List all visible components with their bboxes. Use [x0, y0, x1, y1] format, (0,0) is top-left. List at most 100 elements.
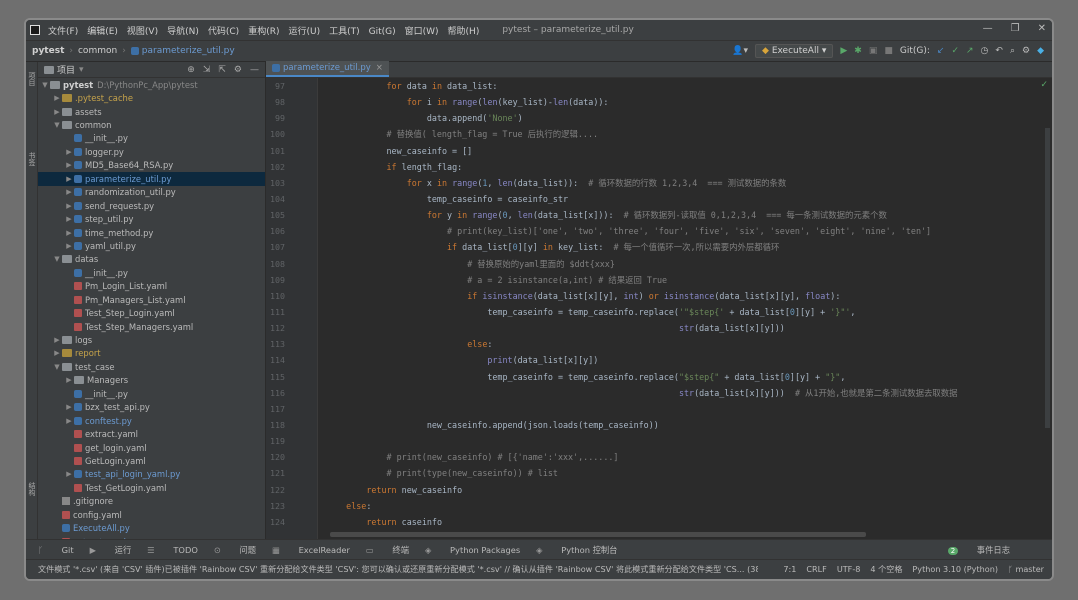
tree-folder[interactable]: ▶ .pytest_cache [38, 91, 265, 104]
project-tool-tab[interactable]: 项目 [27, 72, 37, 86]
chevron-down-icon[interactable]: ▼ [52, 255, 62, 263]
collapse-all-icon[interactable]: ⇱ [218, 65, 226, 75]
chevron-right-icon[interactable]: ▶ [64, 161, 74, 169]
breadcrumb-root[interactable]: pytest [32, 46, 64, 56]
code-line[interactable]: new_caseinfo = [] [326, 143, 1038, 159]
settings-gear-icon[interactable]: ⚙ [234, 65, 242, 75]
code-line[interactable]: else: [326, 498, 1038, 514]
breadcrumb-file[interactable]: parameterize_util.py [142, 46, 235, 56]
code-line[interactable]: for i in range(len(key_list)-len(data)): [326, 94, 1038, 110]
plugin-icon[interactable]: ◆ [1037, 46, 1044, 56]
tree-file[interactable]: ▶ send_request.py [38, 199, 265, 212]
status-message[interactable]: 文件模式 '*.csv' (来自 'CSV' 插件)已被插件 'Rainbow … [38, 564, 758, 575]
menu-item[interactable]: 帮助(H) [448, 27, 480, 37]
code-line[interactable]: # 替换值( length_flag = True 后执行的逻辑.... [326, 126, 1038, 142]
tree-file[interactable]: ▶ randomization_util.py [38, 186, 265, 199]
tree-folder[interactable]: ▶ Managers [38, 374, 265, 387]
breadcrumb-folder[interactable]: common [78, 46, 117, 56]
tree-folder[interactable]: ▼ common [38, 118, 265, 131]
chevron-right-icon[interactable]: ▶ [64, 403, 74, 411]
run-icon[interactable]: ▶ [840, 46, 847, 56]
code-line[interactable] [326, 433, 1038, 449]
locate-icon[interactable]: ⊕ [187, 65, 195, 75]
chevron-right-icon[interactable]: ▶ [64, 215, 74, 223]
tool-window-button[interactable]: ◈ Python 控制台 [536, 544, 617, 556]
code-line[interactable]: # print(type(new_caseinfo)) # list [326, 465, 1038, 481]
code-line[interactable]: # a = 2 isinstance(a,int) # 结果返回 True [326, 272, 1038, 288]
hide-icon[interactable]: — [250, 65, 259, 75]
settings-gear-icon[interactable]: ⚙ [1022, 46, 1030, 56]
chevron-right-icon[interactable]: ▶ [52, 349, 62, 357]
chevron-down-icon[interactable]: ▼ [40, 81, 50, 89]
tree-file[interactable]: __init__.py [38, 266, 265, 279]
code-line[interactable]: new_caseinfo.append(json.loads(temp_case… [326, 417, 1038, 433]
code-line[interactable]: print(data_list[x][y]) [326, 352, 1038, 368]
tree-file[interactable]: get_login.yaml [38, 441, 265, 454]
editor-tab-active[interactable]: parameterize_util.py × [266, 61, 389, 77]
menu-item[interactable]: 文件(F) [48, 27, 78, 37]
tree-file[interactable]: __init__.py [38, 387, 265, 400]
menu-item[interactable]: 视图(V) [127, 27, 158, 37]
tree-file[interactable]: ▶ time_method.py [38, 226, 265, 239]
bookmarks-tool-tab[interactable]: 书签 [27, 152, 37, 166]
maximize-button[interactable]: ❐ [1011, 23, 1020, 34]
minimize-button[interactable]: — [983, 23, 993, 34]
event-log-button[interactable]: 2 事件日志 [947, 544, 1026, 556]
menu-item[interactable]: 重构(R) [248, 27, 279, 37]
chevron-right-icon[interactable]: ▶ [52, 336, 62, 344]
tree-folder[interactable]: ▶ assets [38, 105, 265, 118]
search-icon[interactable]: ⌕ [1010, 46, 1015, 56]
git-update-icon[interactable]: ↙ [937, 46, 945, 56]
code-line[interactable]: temp_caseinfo = temp_caseinfo.replace("$… [326, 369, 1038, 385]
caret-position[interactable]: 7:1 [783, 564, 796, 575]
tree-folder[interactable]: ▼ test_case [38, 360, 265, 373]
rollback-icon[interactable]: ↶ [995, 46, 1003, 56]
menu-item[interactable]: Git(G) [369, 27, 396, 37]
inspection-ok-icon[interactable]: ✓ [1040, 80, 1048, 90]
file-encoding[interactable]: UTF-8 [837, 564, 861, 575]
tree-file[interactable]: extract.yaml [38, 427, 265, 440]
chevron-down-icon[interactable]: ▼ [52, 121, 62, 129]
code-line[interactable]: if isinstance(data_list[x][y], int) or i… [326, 288, 1038, 304]
code-view[interactable]: 97 98 99 100 101 102 103 104 105 106 107 108 109 110 1… [266, 78, 1052, 539]
coverage-icon[interactable]: ▣ [869, 46, 878, 56]
tool-window-button[interactable]: ▶ 运行 [90, 544, 132, 556]
tree-file[interactable]: .gitignore [38, 495, 265, 508]
chevron-right-icon[interactable]: ▶ [64, 202, 74, 210]
git-branch[interactable]: ᚴ master [1008, 564, 1044, 575]
menu-item[interactable]: 编辑(E) [87, 27, 118, 37]
tree-file[interactable]: __init__.py [38, 132, 265, 145]
run-config-select[interactable]: ◆ ExecuteAll ▾ [755, 44, 834, 58]
tree-file[interactable]: ▶ bzx_test_api.py [38, 401, 265, 414]
tree-folder[interactable]: ▼ datas [38, 253, 265, 266]
code-line[interactable]: return new_caseinfo [326, 482, 1038, 498]
chevron-right-icon[interactable]: ▶ [52, 94, 62, 102]
chevron-right-icon[interactable]: ▶ [64, 376, 74, 384]
vertical-scrollbar[interactable] [1045, 128, 1050, 428]
stop-icon[interactable]: ■ [884, 46, 893, 56]
tree-file[interactable]: Test_Step_Login.yaml [38, 306, 265, 319]
git-push-icon[interactable]: ↗ [966, 46, 974, 56]
code-line[interactable]: if length_flag: [326, 159, 1038, 175]
debug-icon[interactable]: ✱ [854, 46, 862, 56]
tree-file[interactable]: ▶ step_util.py [38, 212, 265, 225]
code-line[interactable]: if data_list[0][y] in key_list: # 每一个值循环… [326, 239, 1038, 255]
tree-file[interactable]: ▶ test_api_login_yaml.py [38, 468, 265, 481]
tree-file[interactable]: GetLogin.yaml [38, 454, 265, 467]
tool-window-button[interactable]: ⊙ 问题 [214, 544, 256, 556]
tree-file[interactable]: config.yaml [38, 508, 265, 521]
code-line[interactable]: temp_caseinfo = temp_caseinfo.replace('"… [326, 304, 1038, 320]
tree-file[interactable]: ▶ parameterize_util.py [38, 172, 265, 186]
code-line[interactable]: for y in range(0, len(data_list[x])): # … [326, 207, 1038, 223]
tree-file[interactable]: ▶ logger.py [38, 145, 265, 158]
user-icon[interactable]: 👤▾ [732, 46, 748, 56]
chevron-right-icon[interactable]: ▶ [64, 148, 74, 156]
expand-all-icon[interactable]: ⇲ [203, 65, 211, 75]
horizontal-scrollbar[interactable] [330, 532, 866, 537]
chevron-right-icon[interactable]: ▶ [52, 108, 62, 116]
code-line[interactable]: for x in range(1, len(data_list)): # 循环数… [326, 175, 1038, 191]
tree-file[interactable]: Test_GetLogin.yaml [38, 481, 265, 494]
tool-window-button[interactable]: ☰ TODO [147, 545, 198, 555]
code-line[interactable]: # print(new_caseinfo) # [{'name':'xxx',.… [326, 449, 1038, 465]
tree-file[interactable]: ▶ conftest.py [38, 414, 265, 427]
